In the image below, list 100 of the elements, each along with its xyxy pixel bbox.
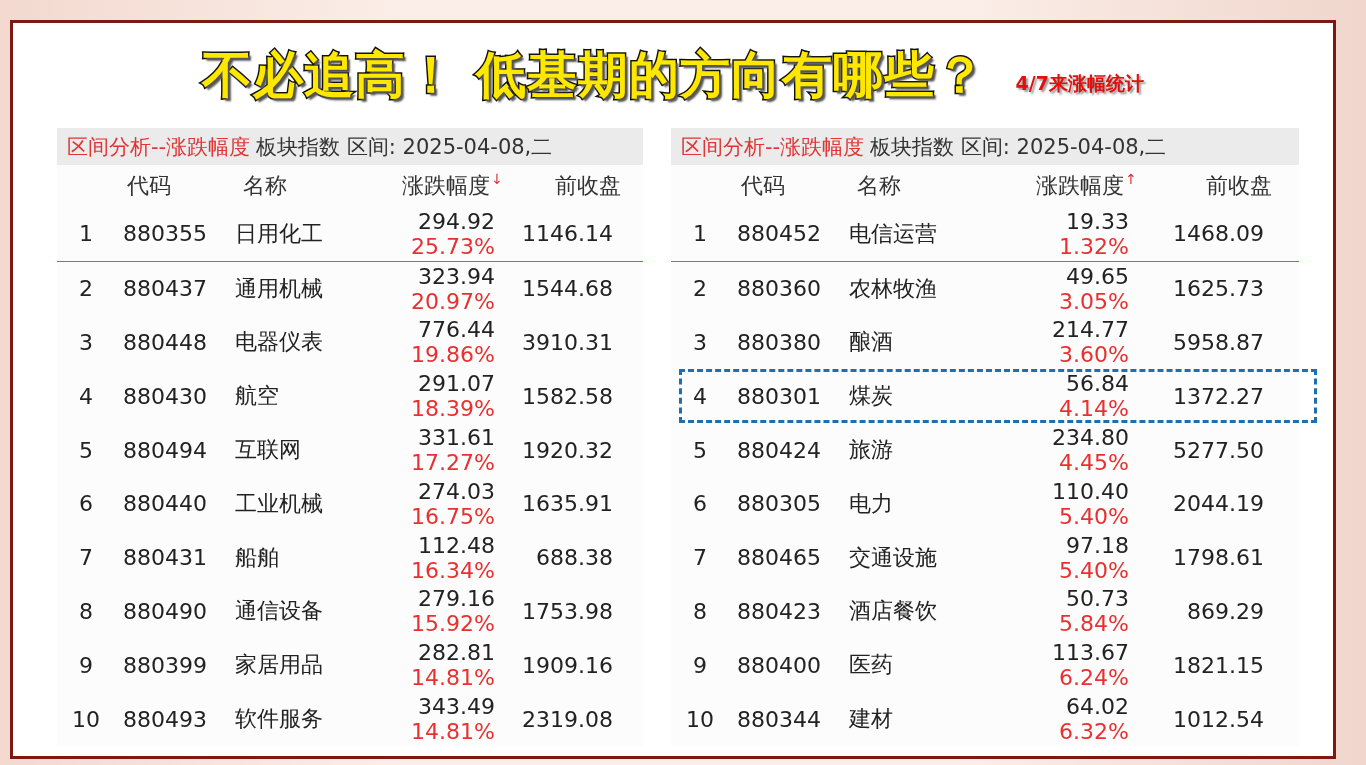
name-cell-text: 日用化工 — [234, 219, 324, 248]
code-cell-text: 880400 — [736, 652, 822, 678]
prev-close-cell-text: 1468.09 — [1172, 221, 1264, 247]
rank-cell-text: 2 — [78, 276, 94, 302]
code-cell-text: 880465 — [736, 545, 822, 571]
code-cell-text: 880355 — [122, 221, 208, 247]
column-header[interactable]: 涨跌幅度↓ — [383, 171, 503, 201]
rank-cell-text: 1 — [78, 221, 94, 247]
change-value: 214.77 — [1052, 317, 1129, 343]
sort-arrow-icon: ↓ — [491, 171, 503, 187]
change-value: 56.84 — [1066, 371, 1129, 397]
prev-close-cell-text: 869.29 — [1186, 598, 1264, 624]
prev-close-cell-text: 688.38 — [535, 545, 613, 571]
prev-close-cell-text: 1635.91 — [521, 491, 613, 517]
percent-value: 14.81% — [411, 719, 495, 745]
name-cell-text: 通信设备 — [234, 597, 324, 626]
percent-value: 19.86% — [411, 342, 495, 368]
percent-value: 3.60% — [1059, 342, 1129, 368]
rank-cell-text: 9 — [78, 652, 94, 678]
percent-value: 15.92% — [411, 611, 495, 637]
table-info: 板块指数 区间: 2025-04-08,二 — [870, 133, 1167, 161]
name-cell-text: 建材 — [848, 705, 894, 734]
prev-close-cell-text: 3910.31 — [521, 330, 613, 355]
prev-close-cell-text: 2044.19 — [1172, 491, 1264, 517]
name-cell-text: 医药 — [848, 651, 894, 680]
percent-value: 4.14% — [1059, 396, 1129, 422]
percent-value: 6.32% — [1059, 719, 1129, 745]
name-cell-text: 家居用品 — [234, 651, 324, 680]
name-cell-text: 酒店餐饮 — [848, 597, 938, 626]
name-cell-text: 电器仪表 — [234, 328, 324, 357]
table-info: 板块指数 区间: 2025-04-08,二 — [256, 133, 553, 161]
rank-cell-text: 7 — [78, 545, 94, 571]
prev-close-cell-text: 1798.61 — [1172, 545, 1264, 571]
percent-value: 5.84% — [1059, 611, 1129, 637]
rank-cell-text: 8 — [692, 598, 708, 624]
change-value: 49.65 — [1066, 263, 1129, 289]
change-value: 282.81 — [418, 640, 495, 666]
name-cell-text: 煤炭 — [848, 382, 894, 411]
name-cell-text: 航空 — [234, 382, 280, 411]
code-cell-text: 880440 — [122, 491, 208, 517]
slide-subtitle: 4/7来涨幅统计 — [1015, 70, 1144, 96]
rank-cell-text: 6 — [78, 491, 94, 517]
change-value: 279.16 — [418, 586, 495, 612]
column-header[interactable]: 涨跌幅度↑ — [1012, 171, 1137, 201]
code-cell-text: 880360 — [736, 276, 822, 302]
rank-cell-text: 2 — [692, 276, 708, 302]
rank-cell-text: 10 — [685, 706, 715, 732]
rank-cell-text: 8 — [78, 598, 94, 624]
code-cell-text: 880431 — [122, 545, 208, 571]
prev-close-cell-text: 5277.50 — [1172, 437, 1264, 463]
column-header[interactable]: 前收盘 — [1137, 171, 1272, 201]
code-cell-text: 880423 — [736, 598, 822, 624]
rank-cell-text: 3 — [78, 330, 94, 355]
code-cell-text: 880380 — [736, 330, 822, 355]
column-header[interactable]: 名称 — [849, 171, 1012, 201]
rank-cell-text: 1 — [692, 221, 708, 247]
column-header[interactable]: 代码 — [729, 171, 849, 201]
change-value: 776.44 — [418, 317, 495, 343]
prev-close-cell-text: 1372.27 — [1172, 383, 1264, 409]
change-value: 97.18 — [1066, 532, 1129, 558]
change-value: 323.94 — [418, 263, 495, 289]
name-cell-text: 酿酒 — [848, 328, 894, 357]
percent-value: 14.81% — [411, 665, 495, 691]
change-value: 64.02 — [1066, 694, 1129, 720]
code-cell-text: 880399 — [122, 652, 208, 678]
code-cell-text: 880490 — [122, 598, 208, 624]
name-cell-text: 船舶 — [234, 543, 280, 572]
name-cell-text: 工业机械 — [234, 489, 324, 518]
slide-title: 不必追高！ 低基期的方向有哪些？ — [202, 45, 986, 106]
table-title: 区间分析--涨跌幅度 — [681, 133, 865, 161]
code-cell-text: 880344 — [736, 706, 822, 732]
change-value: 50.73 — [1066, 586, 1129, 612]
column-header[interactable]: 前收盘 — [503, 171, 621, 201]
percent-value: 4.45% — [1059, 450, 1129, 476]
column-header[interactable]: 名称 — [235, 171, 383, 201]
column-header[interactable]: 代码 — [115, 171, 235, 201]
prev-close-cell-text: 5958.87 — [1172, 330, 1264, 355]
name-cell-text: 电信运营 — [848, 219, 938, 248]
rank-cell-text: 9 — [692, 652, 708, 678]
rank-cell-text: 4 — [692, 383, 708, 409]
change-value: 234.80 — [1052, 425, 1129, 451]
percent-value: 17.27% — [411, 450, 495, 476]
change-value: 19.33 — [1066, 208, 1129, 234]
prev-close-cell-text: 1909.16 — [521, 652, 613, 678]
rank-cell-text: 6 — [692, 491, 708, 517]
change-value: 294.92 — [418, 208, 495, 234]
change-value: 343.49 — [418, 694, 495, 720]
code-cell-text: 880452 — [736, 221, 822, 247]
change-value: 112.48 — [418, 532, 495, 558]
percent-value: 20.97% — [411, 288, 495, 314]
name-cell-text: 电力 — [848, 489, 894, 518]
percent-value: 3.05% — [1059, 288, 1129, 314]
prev-close-cell-text: 1582.58 — [521, 383, 613, 409]
percent-value: 25.73% — [411, 233, 495, 259]
percent-value: 16.75% — [411, 503, 495, 529]
percent-value: 1.32% — [1059, 233, 1129, 259]
percent-value: 6.24% — [1059, 665, 1129, 691]
change-value: 274.03 — [418, 478, 495, 504]
prev-close-cell-text: 1753.98 — [521, 598, 613, 624]
name-cell-text: 旅游 — [848, 436, 894, 465]
